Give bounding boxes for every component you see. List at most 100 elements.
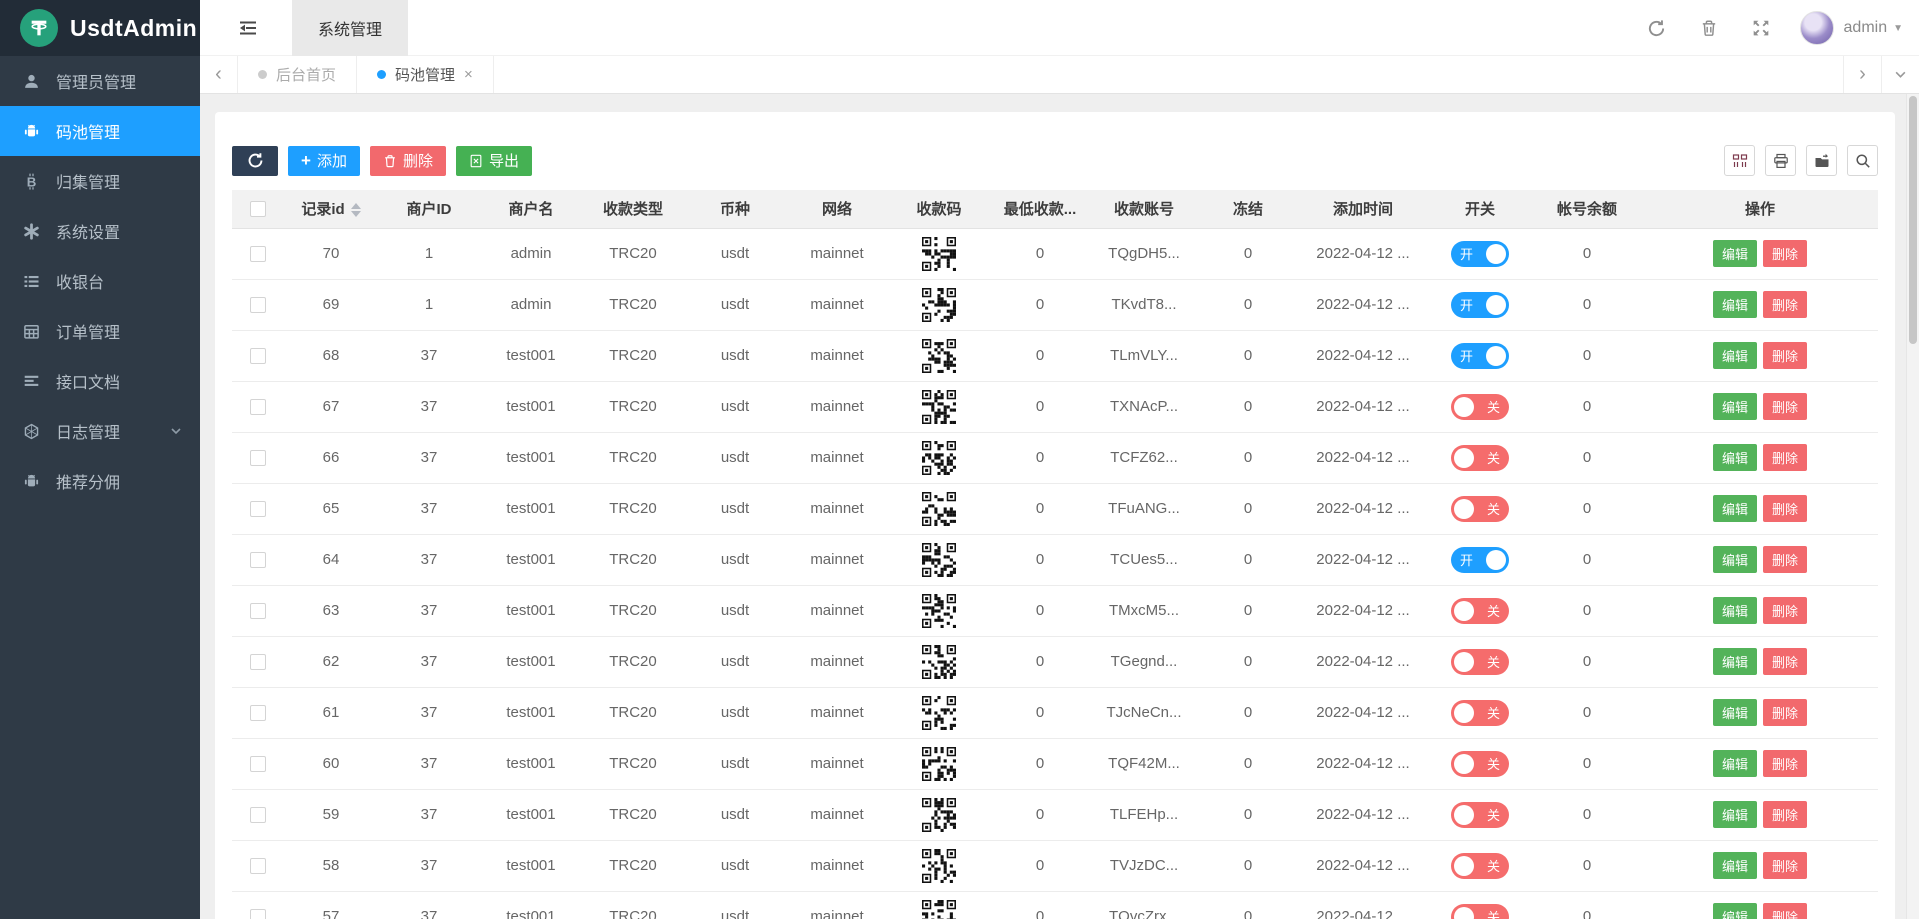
row-delete-button[interactable]: 删除 <box>1763 801 1807 828</box>
switch-toggle[interactable]: 关 <box>1451 496 1509 522</box>
tab-system-management[interactable]: 系统管理 <box>292 0 408 56</box>
row-delete-button[interactable]: 删除 <box>1763 342 1807 369</box>
row-checkbox[interactable] <box>250 654 266 670</box>
row-delete-button[interactable]: 删除 <box>1763 852 1807 879</box>
row-checkbox[interactable] <box>250 705 266 721</box>
sidebar-item-admin-management[interactable]: 管理员管理 <box>0 56 200 106</box>
row-checkbox[interactable] <box>250 552 266 568</box>
row-checkbox[interactable] <box>250 756 266 772</box>
row-delete-button[interactable]: 删除 <box>1763 699 1807 726</box>
row-delete-button[interactable]: 删除 <box>1763 495 1807 522</box>
switch-toggle[interactable]: 关 <box>1451 649 1509 675</box>
sidebar-item-collection-management[interactable]: B 归集管理 <box>0 156 200 206</box>
delete-button[interactable]: 删除 <box>370 146 446 176</box>
tab-code-pool[interactable]: 码池管理 × <box>357 56 494 93</box>
edit-button[interactable]: 编辑 <box>1713 291 1757 318</box>
switch-toggle[interactable]: 关 <box>1451 445 1509 471</box>
android-icon <box>22 472 40 490</box>
row-checkbox[interactable] <box>250 807 266 823</box>
username-label[interactable]: admin <box>1844 19 1888 37</box>
row-delete-button[interactable]: 删除 <box>1763 444 1807 471</box>
edit-button[interactable]: 编辑 <box>1713 597 1757 624</box>
row-checkbox[interactable] <box>250 603 266 619</box>
sidebar-item-label: 管理员管理 <box>56 69 136 93</box>
refresh-icon[interactable] <box>1647 19 1666 38</box>
qr-code <box>888 390 990 424</box>
sidebar-item-log-management[interactable]: 日志管理 <box>0 406 200 456</box>
edit-button[interactable]: 编辑 <box>1713 750 1757 777</box>
tabs-scroll-right-icon[interactable]: › <box>1843 56 1881 93</box>
sidebar-item-system-settings[interactable]: 系统设置 <box>0 206 200 256</box>
edit-button[interactable]: 编辑 <box>1713 648 1757 675</box>
cell-coin: usdt <box>684 279 786 330</box>
switch-toggle[interactable]: 开 <box>1451 343 1509 369</box>
user-avatar[interactable] <box>1800 11 1834 45</box>
edit-button[interactable]: 编辑 <box>1713 852 1757 879</box>
row-checkbox[interactable] <box>250 501 266 517</box>
refresh-button[interactable] <box>232 146 278 176</box>
switch-toggle[interactable]: 关 <box>1451 598 1509 624</box>
edit-button[interactable]: 编辑 <box>1713 495 1757 522</box>
switch-toggle[interactable]: 关 <box>1451 700 1509 726</box>
row-delete-button[interactable]: 删除 <box>1763 546 1807 573</box>
switch-toggle[interactable]: 关 <box>1451 853 1509 879</box>
print-icon[interactable] <box>1765 145 1796 176</box>
edit-button[interactable]: 编辑 <box>1713 699 1757 726</box>
sidebar-collapse-icon[interactable] <box>238 18 258 38</box>
sort-control[interactable] <box>351 203 361 217</box>
row-checkbox[interactable] <box>250 450 266 466</box>
edit-button[interactable]: 编辑 <box>1713 342 1757 369</box>
edit-button[interactable]: 编辑 <box>1713 393 1757 420</box>
row-checkbox[interactable] <box>250 297 266 313</box>
switch-toggle[interactable]: 开 <box>1451 547 1509 573</box>
edit-button[interactable]: 编辑 <box>1713 903 1757 919</box>
select-all-checkbox[interactable] <box>250 201 266 217</box>
row-checkbox[interactable] <box>250 909 266 919</box>
sidebar-item-cashier[interactable]: 收银台 <box>0 256 200 306</box>
columns-filter-icon[interactable] <box>1724 145 1755 176</box>
edit-button[interactable]: 编辑 <box>1713 444 1757 471</box>
switch-toggle[interactable]: 开 <box>1451 241 1509 267</box>
switch-toggle[interactable]: 关 <box>1451 394 1509 420</box>
cell-qr-code <box>888 228 990 279</box>
edit-button[interactable]: 编辑 <box>1713 801 1757 828</box>
row-delete-button[interactable]: 删除 <box>1763 240 1807 267</box>
cell-frozen: 0 <box>1198 381 1298 432</box>
switch-toggle[interactable]: 关 <box>1451 751 1509 777</box>
switch-toggle[interactable]: 关 <box>1451 802 1509 828</box>
row-delete-button[interactable]: 删除 <box>1763 648 1807 675</box>
add-button[interactable]: + 添加 <box>288 146 360 176</box>
cell-pay_type: TRC20 <box>582 228 684 279</box>
switch-toggle[interactable]: 开 <box>1451 292 1509 318</box>
sidebar-item-api-docs[interactable]: 接口文档 <box>0 356 200 406</box>
trash-icon[interactable] <box>1700 19 1718 37</box>
sidebar-item-referral-commission[interactable]: 推荐分佣 <box>0 456 200 506</box>
row-delete-button[interactable]: 删除 <box>1763 597 1807 624</box>
edit-button[interactable]: 编辑 <box>1713 240 1757 267</box>
sidebar-item-code-pool[interactable]: 码池管理 <box>0 106 200 156</box>
tab-home[interactable]: 后台首页 <box>238 56 357 93</box>
row-checkbox[interactable] <box>250 246 266 262</box>
row-delete-button[interactable]: 删除 <box>1763 291 1807 318</box>
cell-account: TKvdT8... <box>1090 279 1198 330</box>
sidebar-item-order-management[interactable]: 订单管理 <box>0 306 200 356</box>
search-icon[interactable] <box>1847 145 1878 176</box>
user-menu-caret-icon[interactable]: ▼ <box>1893 23 1903 34</box>
close-icon[interactable]: × <box>464 66 473 83</box>
switch-toggle[interactable]: 关 <box>1451 904 1509 919</box>
fullscreen-icon[interactable] <box>1752 19 1770 37</box>
app-title: UsdtAdmin <box>70 15 197 42</box>
cell-merchant_id: 37 <box>378 687 480 738</box>
row-checkbox[interactable] <box>250 348 266 364</box>
row-checkbox[interactable] <box>250 399 266 415</box>
row-delete-button[interactable]: 删除 <box>1763 903 1807 919</box>
row-delete-button[interactable]: 删除 <box>1763 393 1807 420</box>
row-checkbox[interactable] <box>250 858 266 874</box>
scrollbar-thumb[interactable] <box>1909 96 1917 344</box>
edit-button[interactable]: 编辑 <box>1713 546 1757 573</box>
export-button[interactable]: 导出 <box>456 146 532 176</box>
tabs-menu-icon[interactable] <box>1881 56 1919 93</box>
export-data-icon[interactable] <box>1806 145 1837 176</box>
row-delete-button[interactable]: 删除 <box>1763 750 1807 777</box>
tabs-scroll-left-icon[interactable]: ‹ <box>200 56 238 93</box>
